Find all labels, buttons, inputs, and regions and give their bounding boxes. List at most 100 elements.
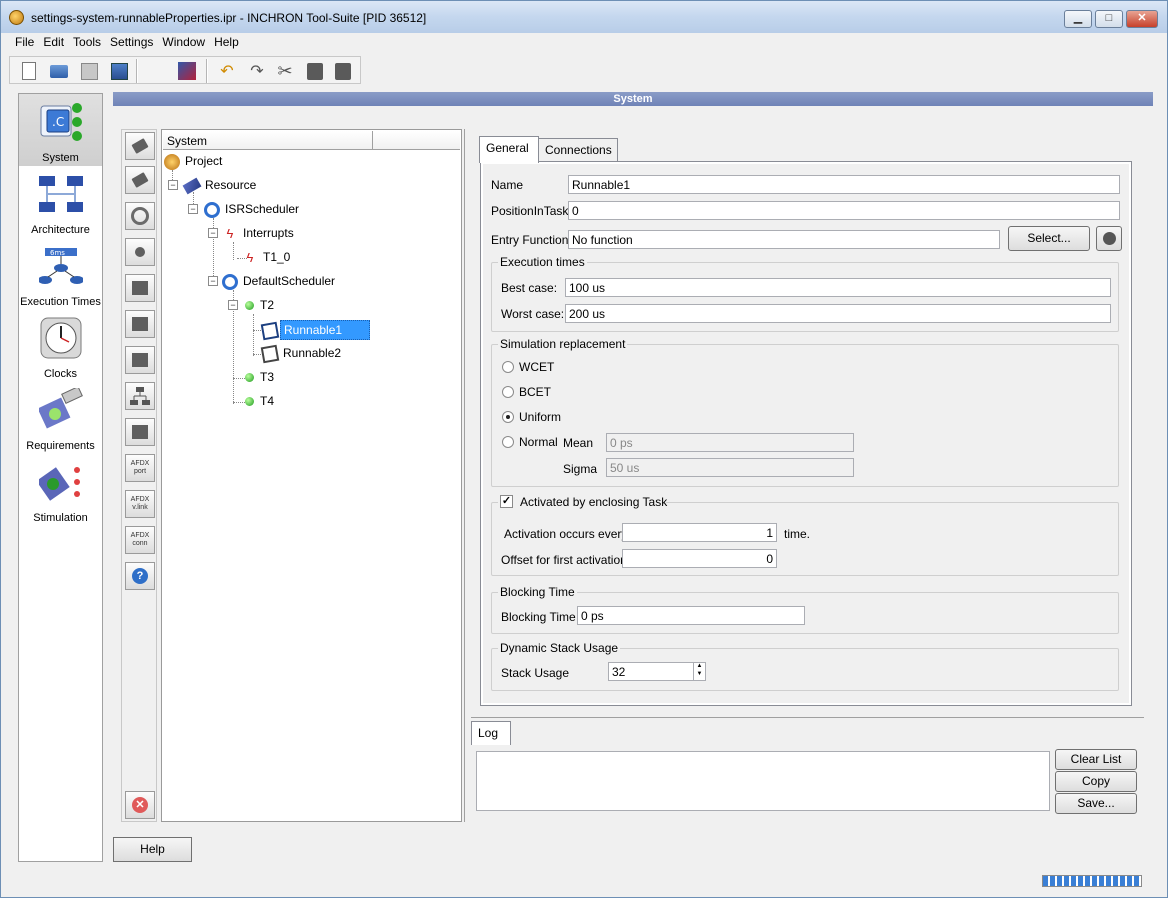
add-bus-button[interactable] [125,418,155,446]
name-input[interactable]: Runnable1 [568,175,1120,194]
add-resource-button[interactable] [125,132,155,160]
stimulation-icon [39,467,80,501]
add-stack-button[interactable] [125,310,155,338]
paste-icon[interactable] [332,60,354,82]
entry-function-input[interactable]: No function [568,230,1000,249]
add-afdx-port-button[interactable]: AFDX port [125,454,155,482]
copy-icon[interactable] [304,60,326,82]
tree-node-resource[interactable]: Resource [182,176,259,196]
tree-header-column[interactable]: System [163,131,373,150]
nav-execution-times[interactable]: 6ms Execution Times [19,238,102,310]
tab-connections[interactable]: Connections [538,138,618,162]
system-icon: .C [40,103,82,141]
tree-node-isr-scheduler[interactable]: ISRScheduler [204,200,302,220]
expand-toggle[interactable]: − [228,300,238,310]
maximize-button[interactable]: □ [1095,10,1123,28]
tree-node-t1-0[interactable]: ϟ T1_0 [242,248,293,268]
stack-usage-input[interactable]: 32 ▲ ▼ [608,662,706,681]
clear-list-button[interactable]: Clear List [1055,749,1137,770]
tree-node-runnable1[interactable]: Runnable1 [260,320,370,341]
close-button[interactable]: ✕ [1126,10,1158,28]
menu-window[interactable]: Window [157,33,209,49]
open-folder-icon[interactable] [48,60,70,82]
expand-toggle[interactable]: − [188,204,198,214]
nav-system[interactable]: .C System [19,94,102,166]
worst-case-input[interactable]: 200 us [565,304,1111,323]
blocking-time-label: Blocking Time [501,610,576,624]
tree-node-interrupts[interactable]: ϟ Interrupts [222,224,297,244]
tree-node-runnable2[interactable]: Runnable2 [260,344,344,364]
task-icon [245,397,254,407]
add-network-button[interactable] [125,382,155,410]
cut-icon[interactable]: ✂ [274,60,296,82]
stack-usage-spinner[interactable]: ▲ ▼ [693,663,705,680]
help-button[interactable]: Help [113,837,192,862]
menu-file[interactable]: File [10,33,38,49]
radio-wcet[interactable] [502,361,514,373]
tree-node-default-scheduler[interactable]: DefaultScheduler [222,272,338,292]
activation-every-input[interactable]: 1 [622,523,777,542]
add-block-button[interactable] [125,274,155,302]
nav-architecture[interactable]: Architecture [19,166,102,238]
go-to-function-button[interactable] [1096,226,1122,251]
add-afdx-vlink-button[interactable]: AFDX v.link [125,490,155,518]
general-tab-page: Name Runnable1 PositionInTask 0 Entry Fu… [480,161,1132,706]
expand-toggle[interactable]: − [168,180,178,190]
add-element-button[interactable] [125,166,155,194]
section-title: System [113,92,1153,106]
tree-node-project[interactable]: Project [164,152,225,172]
expand-toggle[interactable]: − [208,276,218,286]
panel-splitter[interactable] [464,129,468,822]
chart-icon[interactable] [176,60,198,82]
tab-general[interactable]: General [479,136,539,163]
add-afdx-conn-button[interactable]: AFDX conn [125,526,155,554]
tab-log[interactable]: Log [471,721,511,745]
expand-toggle[interactable]: − [208,228,218,238]
add-scheduler-button[interactable] [125,202,155,230]
nav-system-label: System [42,152,79,164]
menu-tools[interactable]: Tools [68,33,105,49]
undo-icon[interactable]: ↶ [216,60,238,82]
copy-log-button[interactable]: Copy [1055,771,1137,792]
save-log-button[interactable]: Save... [1055,793,1137,814]
element-toolbar: AFDX port AFDX v.link AFDX conn ? ✕ [121,129,157,822]
best-case-input[interactable]: 100 us [565,278,1111,297]
offset-first-activation-input[interactable]: 0 [622,549,777,568]
scheduler-icon [204,201,220,218]
add-task-button[interactable] [125,238,155,266]
add-object-button[interactable] [125,346,155,374]
blocking-time-group: Blocking Time Blocking Time 0 ps [491,585,1119,634]
title-bar: settings-system-runnableProperties.ipr -… [1,1,1167,33]
sigma-input[interactable]: 50 us [606,458,854,477]
delete-element-button[interactable]: ✕ [125,791,155,819]
save-as-icon[interactable] [108,60,130,82]
tree-node-t3[interactable]: T3 [242,368,277,388]
radio-bcet[interactable] [502,386,514,398]
tree-node-t2[interactable]: T2 [242,296,277,316]
stack-usage-title: Dynamic Stack Usage [498,641,621,655]
menu-settings[interactable]: Settings [105,33,157,49]
nav-stimulation[interactable]: Stimulation [19,454,102,526]
radio-uniform[interactable] [502,411,514,423]
position-input[interactable]: 0 [568,201,1120,220]
mean-label: Mean [563,436,594,450]
new-file-icon[interactable] [18,60,40,82]
minimize-button[interactable]: ▁ [1064,10,1092,28]
help-button-small[interactable]: ? [125,562,155,590]
tree-node-t4[interactable]: T4 [242,392,277,412]
radio-normal[interactable] [502,436,514,448]
blocking-time-input[interactable]: 0 ps [577,606,805,625]
execution-times-group: Execution times Best case: 100 us Worst … [491,255,1119,332]
nav-requirements[interactable]: Requirements [19,382,102,454]
select-function-button[interactable]: Select... [1008,226,1090,251]
worst-case-label: Worst case: [501,307,565,321]
menu-help[interactable]: Help [209,33,243,49]
save-icon[interactable] [78,60,100,82]
menu-edit[interactable]: Edit [38,33,68,49]
radio-normal-label: Normal [519,435,558,449]
redo-icon[interactable]: ↷ [246,60,268,82]
activated-by-task-checkbox[interactable]: ✓ [500,495,513,508]
nav-clocks[interactable]: Clocks [19,310,102,382]
properties-icon[interactable] [146,60,633,205]
mean-input[interactable]: 0 ps [606,433,854,452]
